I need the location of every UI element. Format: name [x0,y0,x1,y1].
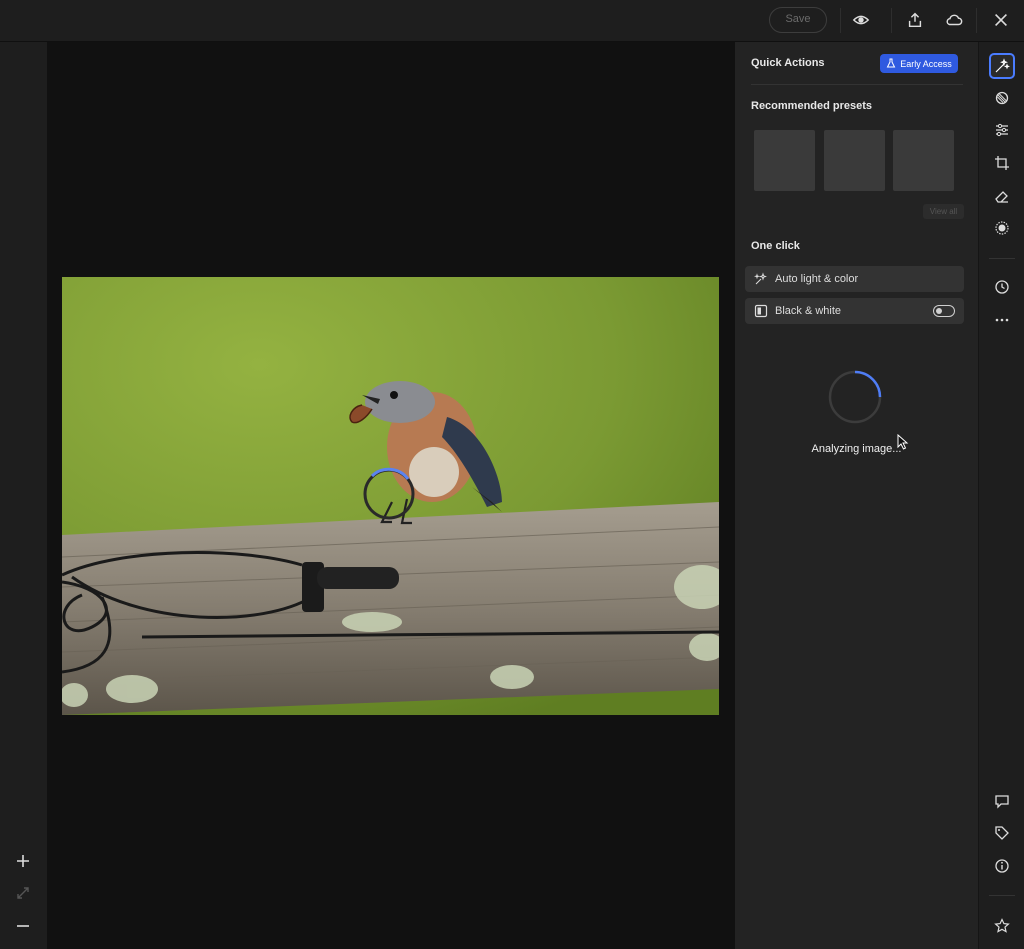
tag-icon[interactable] [989,820,1015,846]
analyzing-status: Analyzing image... [811,443,902,455]
toolbar-divider [891,8,892,33]
zoom-in-icon[interactable] [12,850,34,872]
mouse-cursor-icon [897,433,909,455]
presets-icon[interactable] [989,85,1015,111]
black-white-toggle[interactable] [933,305,955,317]
quick-actions-panel: Quick Actions Early Access Recommended p… [735,42,978,949]
eraser-icon[interactable] [989,183,1015,209]
toolbar-divider [976,8,977,33]
close-icon[interactable] [990,9,1012,31]
recommended-presets-heading: Recommended presets [751,100,873,112]
view-all-button[interactable]: View all [923,204,964,219]
adjust-icon[interactable] [989,117,1015,143]
eye-icon[interactable] [850,9,872,31]
crop-icon[interactable] [989,150,1015,176]
preset-thumbnail[interactable] [893,130,954,191]
save-button[interactable]: Save [769,7,827,33]
loading-spinner [827,369,883,425]
early-access-badge[interactable]: Early Access [880,54,958,73]
one-click-heading: One click [751,240,800,252]
auto-light-color-button[interactable]: Auto light & color [745,266,964,292]
cloud-icon[interactable] [943,9,965,31]
black-white-label: Black & white [775,305,842,317]
zoom-out-icon[interactable] [12,915,34,937]
photo-preview [62,277,719,715]
right-tool-rail [978,42,1024,949]
panel-title: Quick Actions [751,57,825,69]
rail-divider [989,895,1015,896]
history-icon[interactable] [989,274,1015,300]
black-white-icon [754,304,768,318]
more-icon[interactable] [989,307,1015,333]
comment-icon[interactable] [989,788,1015,814]
info-icon[interactable] [989,853,1015,879]
quick-actions-icon[interactable] [989,53,1015,79]
top-toolbar: Save [0,0,1024,42]
preset-thumbnail[interactable] [754,130,815,191]
early-access-label: Early Access [900,58,952,69]
image-canvas[interactable] [47,42,735,949]
share-icon[interactable] [904,9,926,31]
black-white-button[interactable]: Black & white [745,298,964,324]
flask-icon [886,58,896,70]
toggle-knob [936,307,942,314]
mask-icon[interactable] [989,215,1015,241]
auto-light-icon [754,272,768,286]
toolbar-divider [840,8,841,33]
auto-light-label: Auto light & color [775,273,859,285]
preset-thumbnail[interactable] [824,130,885,191]
star-icon[interactable] [989,913,1015,939]
fit-screen-icon[interactable] [12,882,34,904]
left-rail [0,42,47,949]
panel-divider [751,84,963,85]
rail-divider [989,258,1015,259]
